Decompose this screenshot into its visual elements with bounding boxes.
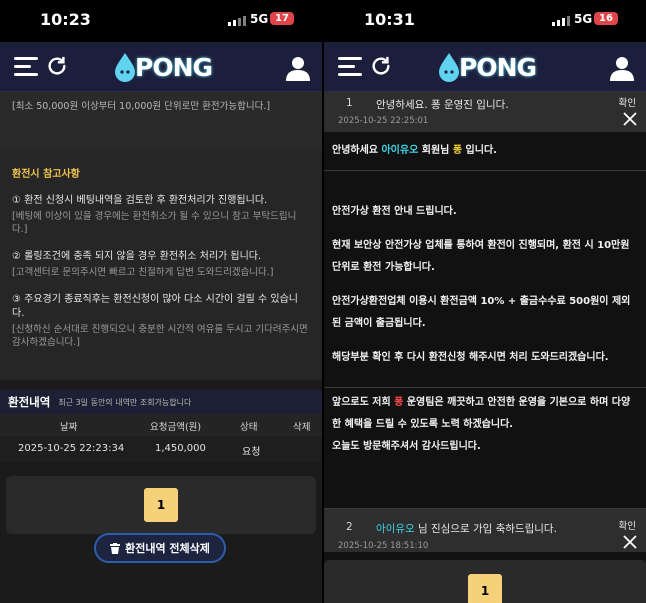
status-bar: 10:23 5G 17 xyxy=(0,0,322,42)
menu-icon[interactable] xyxy=(338,57,362,77)
history-header: 환전내역 최근 3일 동안의 내역만 조회가능합니다 xyxy=(0,390,322,414)
message-body: 안녕하세요 아이유오 회원님 퐁 입니다. 안전가상 환전 안내 드립니다. 현… xyxy=(324,132,646,508)
message-subject: 님 진심으로 가입 축하드립니다. xyxy=(414,523,557,535)
network-label: 5G xyxy=(574,12,593,26)
brand-name: 퐁 xyxy=(452,145,463,156)
row-amount: 1,450,000 xyxy=(155,443,206,454)
droplet-logo-icon xyxy=(439,53,459,82)
signal-icon xyxy=(228,15,246,26)
delete-all-history-button[interactable]: 환전내역 전체삭제 xyxy=(94,533,226,563)
logo-text: PONG xyxy=(135,52,213,82)
battery-icon: 16 xyxy=(594,12,618,25)
message-paragraph: 해당부분 확인 후 다시 환전신청 해주시면 처리 도와드리겠습니다. xyxy=(332,352,609,363)
reference-note: [베팅에 이상이 있을 경우에는 환전취소가 될 수 있으니 참고 부탁드립니다… xyxy=(12,211,297,235)
message-date: 2025-10-25 18:51:10 xyxy=(338,541,429,551)
delete-all-label: 환전내역 전체삭제 xyxy=(125,542,210,555)
pagination: 1 xyxy=(6,476,316,534)
message-date: 2025-10-25 22:25:01 xyxy=(338,116,429,126)
message-paragraph: 안전가상환전업체 이용시 환전금액 10% + 출금수수료 500원이 제외된 … xyxy=(332,296,631,329)
reference-box: 환전시 참고사항 ① 환전 신청시 베팅내역을 검토한 후 환전처리가 진행됩니… xyxy=(0,149,322,380)
top-nav: PONG xyxy=(324,42,646,92)
close-icon[interactable] xyxy=(622,534,638,550)
droplet-logo-icon xyxy=(115,53,135,82)
username: 아이유오 xyxy=(376,523,415,535)
top-nav: PONG xyxy=(0,42,322,92)
status-bar: 10:31 5G 16 xyxy=(324,0,646,42)
column-date: 날짜 xyxy=(60,422,78,433)
message-number: 1 xyxy=(346,97,353,109)
status-time: 10:23 xyxy=(40,10,91,29)
page-button[interactable]: 1 xyxy=(468,574,502,603)
withdraw-notice: [최소 50,000원 이상부터 10,000원 단위로만 환전가능합니다.] xyxy=(0,92,322,149)
pong-logo[interactable]: PONG xyxy=(437,52,537,82)
message-subject: 안녕하세요. 퐁 운영진 입니다. xyxy=(376,99,509,111)
logo-text: PONG xyxy=(459,52,537,82)
message-paragraph: 안전가상 환전 안내 드립니다. xyxy=(332,206,457,217)
history-columns: 날짜 요청금액(원) 상태 삭제 xyxy=(0,414,322,436)
table-row[interactable]: 2025-10-25 22:23:34 1,450,000 요청 xyxy=(0,436,322,462)
refresh-icon[interactable] xyxy=(46,55,68,77)
signal-icon xyxy=(552,15,570,26)
message-paragraph: 현재 보안상 안전가상 업체를 통하여 환전이 진행되며, 환전 시 10만원 … xyxy=(332,240,630,273)
reference-note: [신청하신 순서대로 진행되오니 충분한 시간적 여유를 두시고 기다려주시면 … xyxy=(12,324,308,348)
battery-icon: 17 xyxy=(270,12,294,25)
message-number: 2 xyxy=(346,521,353,533)
message-paragraph: 오늘도 방문해주셔서 감사드립니다. xyxy=(332,441,481,452)
reference-item: ③ 주요경기 종료직후는 환전신청이 많아 다소 시간이 걸릴 수 있습니다. xyxy=(12,294,298,319)
column-status: 상태 xyxy=(240,422,258,433)
message-header[interactable]: 2 아이유오 님 진심으로 가입 축하드립니다. 2025-10-25 18:5… xyxy=(324,508,646,552)
reference-note: [고객센터로 문의주시면 빠르고 친절하게 답변 도와드리겠습니다.] xyxy=(12,267,274,278)
reference-item: ① 환전 신청시 베팅내역을 검토한 후 환전처리가 진행됩니다. xyxy=(12,195,268,206)
close-icon[interactable] xyxy=(622,111,638,127)
history-title: 환전내역 xyxy=(8,395,51,409)
page-button[interactable]: 1 xyxy=(144,488,178,522)
divider xyxy=(324,387,646,388)
message-paragraph: 앞으로도 저희 퐁 운영팀은 깨끗하고 안전한 운영을 기본으로 하며 다양한 … xyxy=(332,397,631,430)
column-delete: 삭제 xyxy=(293,422,311,433)
user-icon[interactable] xyxy=(609,55,635,81)
message-confirm[interactable]: 확인 xyxy=(619,518,636,532)
user-icon[interactable] xyxy=(285,55,311,81)
pong-logo[interactable]: PONG xyxy=(113,52,213,82)
right-screen: 10:31 5G 16 PONG 1 안녕하세요. 퐁 운영진 입니다. 202… xyxy=(324,0,646,603)
divider xyxy=(324,170,646,171)
menu-icon[interactable] xyxy=(14,57,38,77)
reference-title: 환전시 참고사항 xyxy=(12,169,80,180)
status-time: 10:31 xyxy=(364,10,415,29)
refresh-icon[interactable] xyxy=(370,55,392,77)
network-label: 5G xyxy=(250,12,269,26)
pagination: 1 xyxy=(324,560,646,603)
message-greeting: 안녕하세요 아이유오 회원님 퐁 입니다. xyxy=(332,145,497,156)
message-confirm[interactable]: 확인 xyxy=(619,95,636,109)
brand-name: 퐁 xyxy=(394,397,404,408)
left-screen: 10:23 5G 17 PONG [최소 50,000원 이상부터 10,000… xyxy=(0,0,322,603)
message-header[interactable]: 1 안녕하세요. 퐁 운영진 입니다. 2025-10-25 22:25:01 … xyxy=(324,92,646,132)
reference-item: ② 롤링조건에 충족 되지 않을 경우 환전취소 처리가 됩니다. xyxy=(12,251,262,262)
history-subtitle: 최근 3일 동안의 내역만 조회가능합니다 xyxy=(58,397,192,407)
username: 아이유오 xyxy=(381,145,419,156)
trash-icon xyxy=(110,542,121,554)
row-date: 2025-10-25 22:23:34 xyxy=(18,443,125,454)
row-status: 요청 xyxy=(242,447,261,458)
column-amount: 요청금액(원) xyxy=(150,422,202,433)
